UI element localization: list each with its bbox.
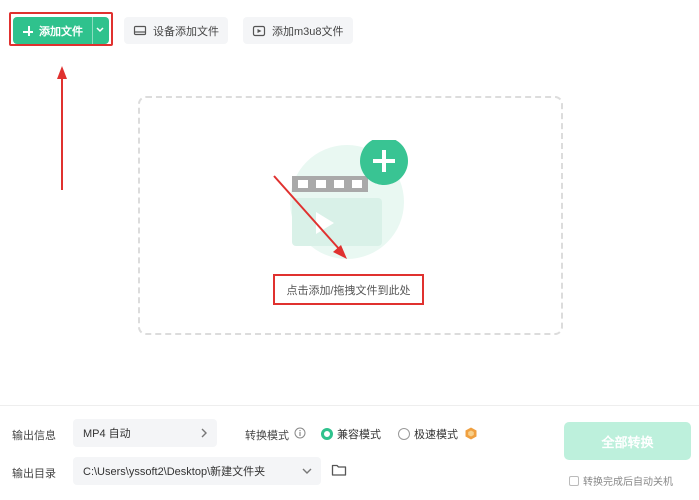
- device-icon: [133, 25, 147, 35]
- add-from-device-button[interactable]: 设备添加文件: [124, 17, 228, 44]
- radio-unselected-icon: [398, 428, 410, 440]
- add-file-label: 添加文件: [39, 25, 83, 38]
- vip-badge-icon: [465, 427, 477, 440]
- info-icon[interactable]: [294, 427, 306, 439]
- mode-compatible-label: 兼容模式: [337, 429, 381, 441]
- drop-zone-hint-text: 点击添加/拖拽文件到此处: [286, 284, 411, 297]
- checkbox-unchecked-icon: [569, 475, 579, 486]
- output-dir-select[interactable]: C:\Users\yssoft2\Desktop\新建文件夹: [73, 457, 321, 485]
- add-m3u8-label: 添加m3u8文件: [272, 25, 344, 38]
- annotation-arrow-up: [57, 66, 67, 190]
- radio-selected-icon: [321, 428, 333, 440]
- output-dir-value: C:\Users\yssoft2\Desktop\新建文件夹: [83, 466, 266, 478]
- mode-compatible-radio[interactable]: 兼容模式: [321, 426, 381, 442]
- auto-shutdown-label: 转换完成后自动关机: [583, 477, 673, 488]
- convert-all-button[interactable]: 全部转换: [564, 422, 691, 460]
- chevron-right-icon: [201, 428, 207, 438]
- plus-icon: [21, 23, 37, 39]
- mode-fast-label: 极速模式: [414, 429, 458, 441]
- chevron-down-icon[interactable]: [94, 23, 106, 37]
- drop-zone-hint: 点击添加/拖拽文件到此处: [273, 274, 424, 305]
- toolbar: 添加文件 设备添加文件 添加m3u8文件: [0, 0, 699, 60]
- video-add-illustration-icon: [290, 140, 408, 259]
- auto-shutdown-checkbox[interactable]: 转换完成后自动关机: [569, 473, 673, 488]
- convert-mode-label: 转换模式: [245, 430, 289, 442]
- convert-all-label: 全部转换: [601, 434, 654, 450]
- chevron-down-icon: [302, 468, 312, 474]
- output-format-select[interactable]: MP4 自动: [73, 419, 217, 447]
- add-from-device-label: 设备添加文件: [153, 25, 219, 38]
- split-divider: [92, 17, 93, 44]
- output-format-value: MP4 自动: [83, 428, 131, 440]
- mode-fast-radio[interactable]: 极速模式: [398, 426, 458, 442]
- output-dir-label: 输出目录: [12, 468, 56, 480]
- folder-icon[interactable]: [331, 463, 347, 477]
- output-info-label: 输出信息: [12, 430, 56, 442]
- play-box-icon: [252, 25, 266, 36]
- add-file-button[interactable]: 添加文件: [13, 17, 109, 44]
- add-m3u8-button[interactable]: 添加m3u8文件: [243, 17, 353, 44]
